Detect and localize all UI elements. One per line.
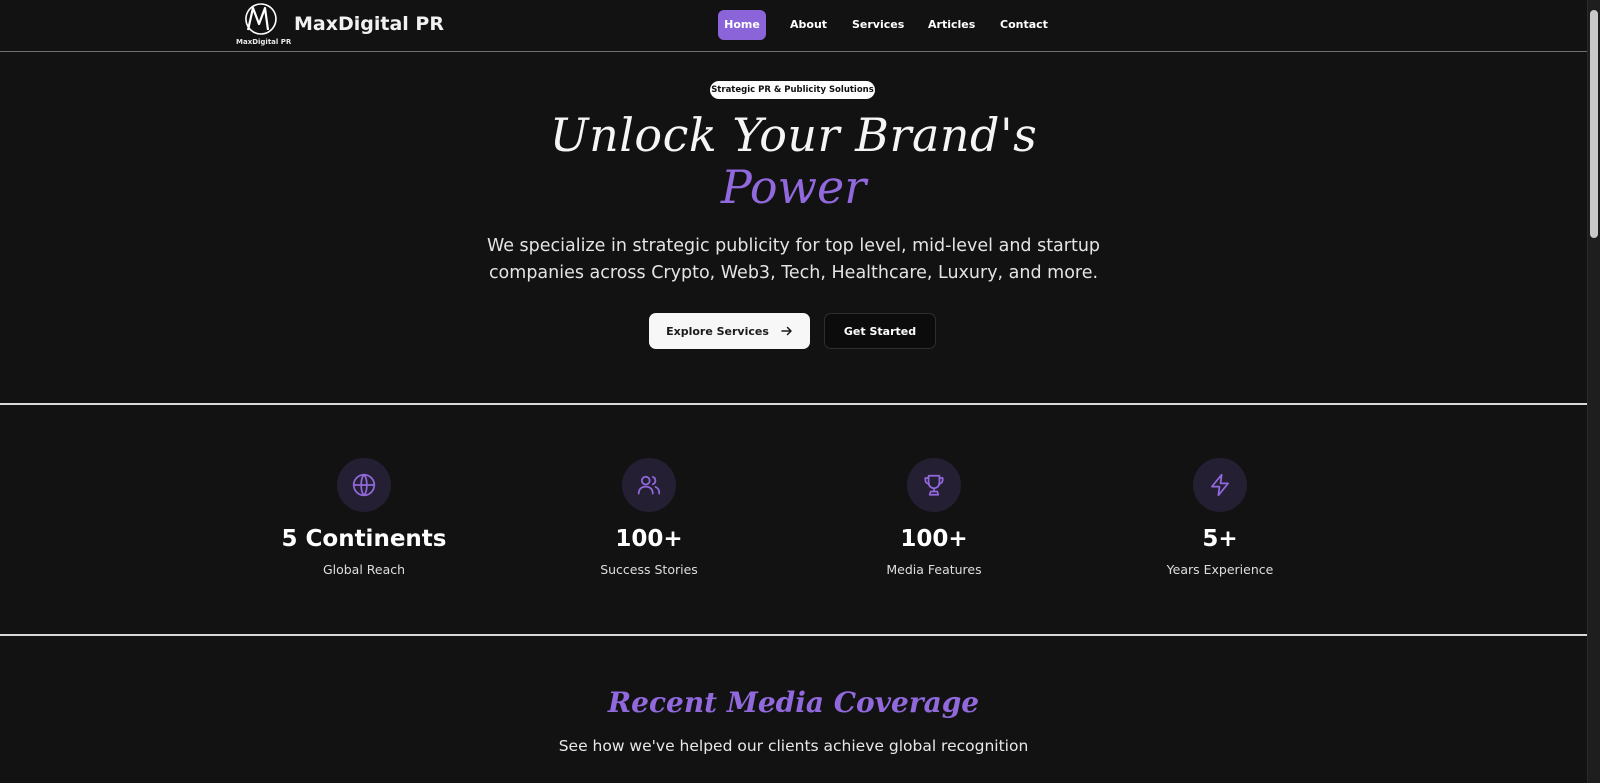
explore-services-button[interactable]: Explore Services [649, 313, 810, 349]
nav-home[interactable]: Home [718, 10, 766, 40]
get-started-button[interactable]: Get Started [824, 313, 936, 349]
hero-title-line1: Unlock Your Brand's [549, 108, 1038, 162]
trophy-icon [907, 458, 961, 512]
hero-subtitle: We specialize in strategic publicity for… [486, 236, 1101, 283]
stat-years-experience: 5+ Years Experience [1110, 458, 1330, 577]
logo-mark-icon [245, 3, 277, 35]
stat-value: 100+ [900, 526, 968, 552]
brand-name[interactable]: MaxDigital PR [294, 13, 444, 35]
hero-title-line2: Power [720, 160, 867, 214]
nav-services[interactable]: Services [852, 10, 904, 40]
stat-label: Success Stories [600, 562, 698, 577]
logo[interactable]: MaxDigital PR [236, 0, 291, 50]
logo-caption: MaxDigital PR [236, 38, 292, 46]
stat-label: Global Reach [322, 562, 406, 577]
stat-media-features: 100+ Media Features [824, 458, 1044, 577]
stat-value: 5 Continents [281, 526, 447, 552]
site-header: MaxDigital PR MaxDigital PR Home About S… [0, 0, 1587, 52]
scrollbar-thumb[interactable] [1590, 10, 1598, 238]
page: MaxDigital PR MaxDigital PR Home About S… [0, 0, 1600, 783]
stat-global-reach: 5 Continents Global Reach [254, 458, 474, 577]
media-coverage-subtitle: See how we've helped our clients achieve… [558, 737, 1029, 755]
main-nav: Home About Services Articles Contact [718, 10, 1048, 40]
nav-about[interactable]: About [790, 10, 827, 40]
media-coverage-title: Recent Media Coverage [607, 686, 980, 719]
stat-label: Media Features [886, 562, 982, 577]
nav-articles[interactable]: Articles [928, 10, 975, 40]
explore-services-label: Explore Services [666, 324, 769, 338]
stat-value: 100+ [615, 526, 683, 552]
hero-badge: Strategic PR & Publicity Solutions [710, 81, 875, 99]
arrow-right-icon [781, 326, 792, 336]
nav-contact[interactable]: Contact [1000, 10, 1048, 40]
stat-value: 5+ [1202, 526, 1238, 552]
stat-success-stories: 100+ Success Stories [539, 458, 759, 577]
stat-label: Years Experience [1166, 562, 1274, 577]
section-divider [0, 403, 1587, 405]
section-divider [0, 634, 1587, 636]
lightning-icon [1193, 458, 1247, 512]
page-scrollbar[interactable] [1587, 0, 1600, 783]
globe-icon [337, 458, 391, 512]
users-icon [622, 458, 676, 512]
